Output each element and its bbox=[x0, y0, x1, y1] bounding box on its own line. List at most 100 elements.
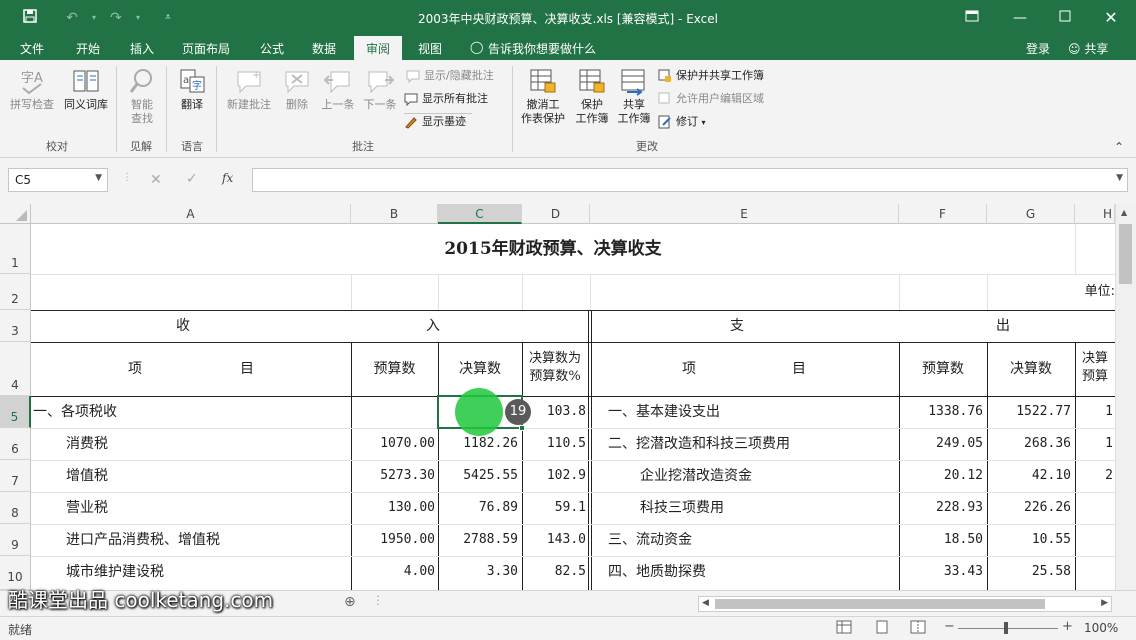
page-break-view-icon[interactable] bbox=[910, 620, 926, 637]
zoom-out-icon[interactable]: − bbox=[944, 619, 955, 634]
cell-e7[interactable]: 企业挖潜改造资金 bbox=[640, 460, 752, 492]
tab-file[interactable]: 文件 bbox=[20, 40, 44, 57]
column-header-b[interactable]: B bbox=[351, 204, 438, 224]
column-header-h[interactable]: H bbox=[1075, 204, 1115, 224]
minimize-icon[interactable]: — bbox=[1010, 8, 1030, 28]
maximize-icon[interactable] bbox=[1055, 8, 1075, 28]
new-comment-button[interactable]: + 新建批注 bbox=[222, 66, 276, 112]
cell-h10[interactable] bbox=[1075, 556, 1113, 588]
translate-button[interactable]: a字 翻译 bbox=[172, 66, 212, 112]
cell-f9[interactable]: 18.50 bbox=[899, 524, 983, 556]
cell-c9[interactable]: 2788.59 bbox=[438, 524, 518, 556]
row-header-2[interactable]: 2 bbox=[0, 274, 31, 310]
column-header-e[interactable]: E bbox=[590, 204, 899, 224]
page-layout-view-icon[interactable] bbox=[874, 620, 890, 637]
collapse-ribbon-icon[interactable]: ⌃ bbox=[1114, 140, 1124, 154]
chevron-down-icon[interactable]: ▼ bbox=[95, 173, 102, 183]
allow-edit-ranges-button[interactable]: 允许用户编辑区域 bbox=[658, 90, 764, 108]
smart-lookup-button[interactable]: 智能 查找 bbox=[122, 66, 162, 126]
protect-workbook-button[interactable]: 保护 工作簿 bbox=[572, 68, 612, 126]
cell-b10[interactable]: 4.00 bbox=[351, 556, 435, 588]
tab-view[interactable]: 视图 bbox=[418, 40, 442, 57]
row-header-1[interactable]: 1 bbox=[0, 224, 31, 274]
add-sheet-icon[interactable]: ⊕ bbox=[344, 594, 356, 610]
tab-insert[interactable]: 插入 bbox=[130, 40, 154, 57]
row-header-3[interactable]: 3 bbox=[0, 310, 31, 342]
scroll-thumb[interactable] bbox=[715, 599, 1045, 609]
zoom-slider[interactable] bbox=[958, 628, 1058, 629]
cell-b5[interactable] bbox=[351, 396, 435, 428]
cell-g7[interactable]: 42.10 bbox=[987, 460, 1071, 492]
spell-check-button[interactable]: 字A 拼写检查 bbox=[6, 66, 58, 112]
cell-d6[interactable]: 110.5 bbox=[522, 428, 586, 460]
cell-b8[interactable]: 130.00 bbox=[351, 492, 435, 524]
cell-e5[interactable]: 一、基本建设支出 bbox=[608, 396, 720, 428]
fill-handle[interactable] bbox=[519, 425, 525, 431]
cell-c10[interactable]: 3.30 bbox=[438, 556, 518, 588]
row-header-4[interactable]: 4 bbox=[0, 342, 31, 396]
cell-a8[interactable]: 营业税 bbox=[66, 492, 108, 524]
tab-data[interactable]: 数据 bbox=[312, 40, 336, 57]
cell-g5[interactable]: 1522.77 bbox=[987, 396, 1071, 428]
cell-f10[interactable]: 33.43 bbox=[899, 556, 983, 588]
tab-formulas[interactable]: 公式 bbox=[260, 40, 284, 57]
share-workbook-button[interactable]: 共享 工作簿 bbox=[614, 68, 654, 126]
cell-h9[interactable] bbox=[1075, 524, 1113, 556]
cell-f8[interactable]: 228.93 bbox=[899, 492, 983, 524]
cell-h5[interactable]: 1 bbox=[1075, 396, 1113, 428]
scroll-right-icon[interactable]: ▶ bbox=[1101, 598, 1108, 608]
column-header-a[interactable]: A bbox=[31, 204, 351, 224]
tab-page-layout[interactable]: 页面布局 bbox=[182, 40, 230, 57]
row-header-8[interactable]: 8 bbox=[0, 492, 31, 524]
tab-home[interactable]: 开始 bbox=[76, 40, 100, 57]
cell-h6[interactable]: 1 bbox=[1075, 428, 1113, 460]
enter-icon[interactable]: ✓ bbox=[186, 171, 198, 187]
zoom-in-icon[interactable]: + bbox=[1062, 619, 1073, 634]
cell-g9[interactable]: 10.55 bbox=[987, 524, 1071, 556]
scroll-left-icon[interactable]: ◀ bbox=[702, 598, 709, 608]
cell-d9[interactable]: 143.0 bbox=[522, 524, 586, 556]
column-header-d[interactable]: D bbox=[522, 204, 590, 224]
cell-e9[interactable]: 三、流动资金 bbox=[608, 524, 692, 556]
row-header-9[interactable]: 9 bbox=[0, 524, 31, 556]
show-ink-button[interactable]: 显示墨迹 bbox=[404, 113, 472, 129]
zoom-level[interactable]: 100% bbox=[1084, 621, 1118, 635]
cell-d10[interactable]: 82.5 bbox=[522, 556, 586, 588]
cell-d8[interactable]: 59.1 bbox=[522, 492, 586, 524]
row-header-7[interactable]: 7 bbox=[0, 460, 31, 492]
cell-a6[interactable]: 消费税 bbox=[66, 428, 108, 460]
cell-b6[interactable]: 1070.00 bbox=[351, 428, 435, 460]
ribbon-display-icon[interactable] bbox=[962, 8, 982, 28]
next-comment-button[interactable]: 下一条 bbox=[360, 66, 400, 112]
close-icon[interactable]: ✕ bbox=[1101, 8, 1121, 28]
share-button[interactable]: ☺ 共享 bbox=[1068, 40, 1108, 57]
column-header-g[interactable]: G bbox=[987, 204, 1075, 224]
scroll-thumb[interactable] bbox=[1119, 224, 1132, 284]
login-link[interactable]: 登录 bbox=[1026, 40, 1050, 57]
zoom-slider-thumb[interactable] bbox=[1004, 622, 1008, 634]
tab-review[interactable]: 审阅 bbox=[354, 36, 403, 60]
cell-c7[interactable]: 5425.55 bbox=[438, 460, 518, 492]
cell-g6[interactable]: 268.36 bbox=[987, 428, 1071, 460]
select-all-corner[interactable] bbox=[0, 204, 31, 224]
formula-input[interactable]: ▼ bbox=[252, 168, 1128, 192]
cell-f6[interactable]: 249.05 bbox=[899, 428, 983, 460]
prev-comment-button[interactable]: 上一条 bbox=[318, 66, 358, 112]
cell-e10[interactable]: 四、地质勘探费 bbox=[608, 556, 706, 588]
cell-f7[interactable]: 20.12 bbox=[899, 460, 983, 492]
cancel-icon[interactable]: ✕ bbox=[150, 172, 162, 188]
row-header-6[interactable]: 6 bbox=[0, 428, 31, 460]
cell-a5[interactable]: 一、各项税收 bbox=[33, 396, 117, 428]
thesaurus-button[interactable]: 同义词库 bbox=[60, 66, 112, 112]
cell-h8[interactable] bbox=[1075, 492, 1113, 524]
cell-d7[interactable]: 102.9 bbox=[522, 460, 586, 492]
delete-comment-button[interactable]: 删除 bbox=[278, 66, 316, 112]
horizontal-scrollbar[interactable]: ◀ ▶ bbox=[698, 596, 1112, 612]
name-box[interactable]: C5 ▼ bbox=[8, 168, 108, 192]
insert-function-icon[interactable]: fx bbox=[222, 171, 233, 185]
worksheet-grid[interactable]: A B C D E F G H 1 2 3 4 5 6 7 8 9 10 201… bbox=[0, 204, 1136, 590]
tell-me-box[interactable]: 告诉我你想要做什么 bbox=[488, 40, 596, 57]
expand-formula-icon[interactable]: ▼ bbox=[1116, 173, 1123, 183]
cell-e8[interactable]: 科技三项费用 bbox=[640, 492, 724, 524]
track-changes-button[interactable]: 修订 ▾ bbox=[658, 113, 706, 131]
